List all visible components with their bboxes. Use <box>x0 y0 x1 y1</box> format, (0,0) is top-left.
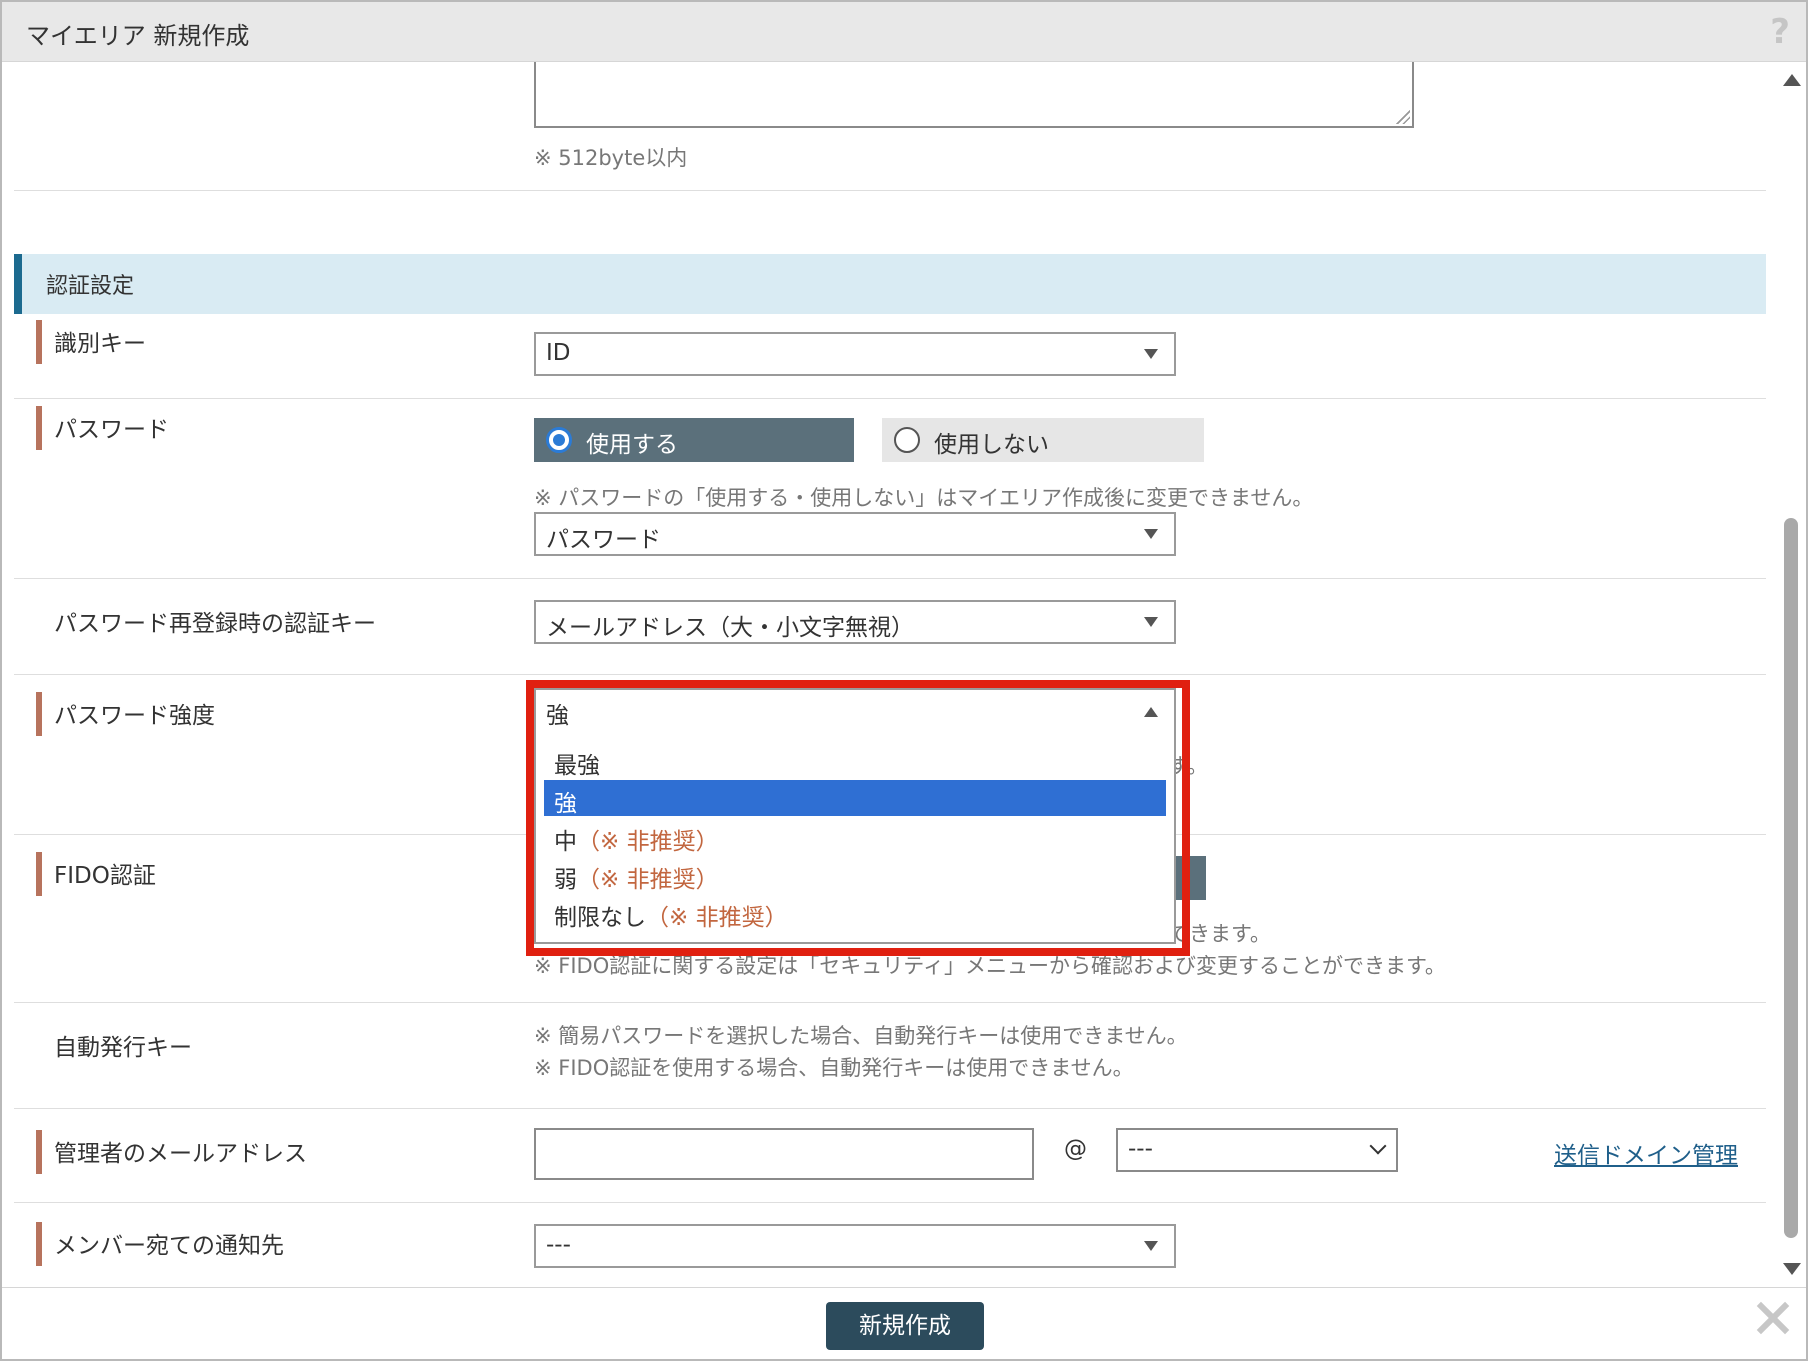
scroll-down-icon[interactable] <box>1783 1263 1801 1275</box>
divider <box>14 190 1766 191</box>
dialog-content: ※ 512byte以内 認証設定 識別キー ID パスワード 使用する 使用しな… <box>2 62 1778 1287</box>
scroll-up-icon[interactable] <box>1783 74 1801 86</box>
auto-key-label: 自動発行キー <box>54 1035 192 1061</box>
identifier-key-value: ID <box>546 340 571 366</box>
highlight-box <box>526 680 1190 956</box>
create-button[interactable]: 新規作成 <box>826 1302 984 1350</box>
identifier-key-label: 識別キー <box>36 320 146 364</box>
divider <box>14 578 1766 579</box>
divider <box>14 1108 1766 1109</box>
email-domain-value: --- <box>1128 1136 1153 1162</box>
sender-domain-link[interactable]: 送信ドメイン管理 <box>1554 1136 1738 1170</box>
section-header-auth: 認証設定 <box>14 254 1766 314</box>
help-icon[interactable]: ? <box>1770 12 1790 52</box>
close-icon[interactable] <box>1752 1298 1792 1338</box>
divider <box>14 1202 1766 1203</box>
radio-selected-icon <box>546 427 572 453</box>
reregister-key-select[interactable]: メールアドレス（大・小文字無視） <box>534 600 1176 644</box>
password-type-select[interactable]: パスワード <box>534 512 1176 556</box>
dropdown-arrow-icon <box>1144 617 1158 627</box>
email-domain-select[interactable]: --- <box>1116 1128 1398 1172</box>
description-textarea[interactable] <box>534 62 1414 128</box>
dialog-footer: 新規作成 <box>2 1287 1806 1359</box>
member-notify-value: --- <box>546 1232 571 1258</box>
vertical-scrollbar[interactable] <box>1780 62 1802 1287</box>
password-no-use-radio[interactable]: 使用しない <box>882 418 1204 462</box>
section-title: 認証設定 <box>46 274 135 299</box>
member-notify-select[interactable]: --- <box>534 1224 1176 1268</box>
identifier-key-select[interactable]: ID <box>534 332 1176 376</box>
admin-email-input[interactable] <box>534 1128 1034 1180</box>
auto-key-note2: ※ FIDO認証を使用する場合、自動発行キーは使用できません。 <box>534 1056 1134 1080</box>
chevron-down-icon <box>1369 1137 1387 1155</box>
scroll-thumb[interactable] <box>1784 518 1798 1238</box>
reregister-key-label: パスワード再登録時の認証キー <box>54 611 376 637</box>
resize-grip-icon[interactable] <box>1396 110 1410 124</box>
description-note: ※ 512byte以内 <box>534 146 688 170</box>
password-type-value: パスワード <box>546 527 661 553</box>
radio-unselected-icon <box>894 427 920 453</box>
dropdown-arrow-icon <box>1144 529 1158 539</box>
member-notify-label: メンバー宛ての通知先 <box>36 1222 284 1266</box>
dialog-title-bar: マイエリア 新規作成 ? <box>2 2 1806 62</box>
divider <box>14 674 1766 675</box>
password-no-use-label: 使用しない <box>934 432 1049 458</box>
dropdown-arrow-icon <box>1144 349 1158 359</box>
password-use-radio[interactable]: 使用する <box>534 418 854 462</box>
dropdown-arrow-icon <box>1144 1241 1158 1251</box>
password-use-label: 使用する <box>586 432 678 458</box>
reregister-key-value: メールアドレス（大・小文字無視） <box>546 615 914 641</box>
password-strength-label: パスワード強度 <box>36 692 215 736</box>
divider <box>14 1002 1766 1003</box>
divider <box>14 398 1766 399</box>
fido-label: FIDO認証 <box>36 852 156 896</box>
password-label: パスワード <box>36 406 169 450</box>
at-sign: @ <box>1064 1136 1087 1162</box>
admin-email-label: 管理者のメールアドレス <box>36 1130 307 1174</box>
auto-key-note1: ※ 簡易パスワードを選択した場合、自動発行キーは使用できません。 <box>534 1024 1188 1048</box>
dialog-title: マイエリア 新規作成 <box>26 22 250 50</box>
password-note: ※ パスワードの「使用する・使用しない」はマイエリア作成後に変更できません。 <box>534 486 1314 510</box>
